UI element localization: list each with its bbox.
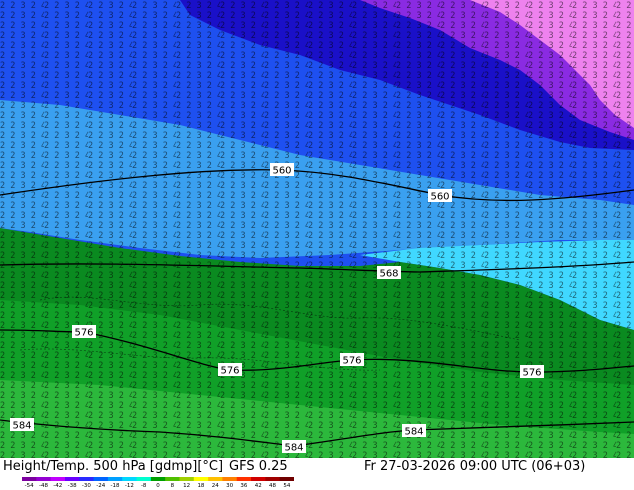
colorbar-tick-label: -8 [141, 483, 147, 487]
label-584-b: 584 [284, 443, 303, 454]
colorbar-swatch [222, 477, 238, 481]
map-figure: 2 2 3 2 4 1 [0, 0, 634, 490]
colorbar-tick-label: -24 [96, 483, 105, 487]
colorbar-swatch [251, 477, 266, 481]
label-576-a: 576 [74, 328, 93, 339]
map-title: Height/Temp. 500 hPa [gdmp][°C] [3, 459, 224, 474]
model-name: GFS 0.25 [229, 459, 288, 474]
digit-overlay [0, 0, 634, 458]
colorbar-tick-label: -38 [68, 483, 77, 487]
colorbar-swatch [165, 477, 180, 481]
label-584-c: 584 [404, 427, 423, 438]
colorbar-tick-label: 18 [197, 483, 204, 487]
colorbar-tick-label: -42 [53, 483, 62, 487]
colorbar-tick-label: 30 [226, 483, 233, 487]
colorbar-tick-label: 42 [255, 483, 262, 487]
colorbar-swatch [93, 477, 109, 481]
colorbar-swatch [107, 477, 123, 481]
colorbar-swatch [265, 477, 281, 481]
colorbar-swatch [179, 477, 195, 481]
map-footer: Height/Temp. 500 hPa [gdmp][°C] GFS 0.25… [0, 458, 634, 490]
map-panel: 2 2 3 2 4 1 [0, 0, 634, 458]
colorbar-tick-label: -54 [25, 483, 34, 487]
colorbar-swatch [122, 477, 138, 481]
label-584-a: 584 [12, 421, 31, 432]
colorbar-swatch [79, 477, 95, 481]
colorbar-tick-label: 36 [240, 483, 247, 487]
colorbar-tick-label: 24 [212, 483, 219, 487]
colorbar-swatch [236, 477, 252, 481]
colorbar-tick-label: 0 [156, 483, 160, 487]
colorbar-swatch [64, 477, 80, 481]
colorbar-swatch [36, 477, 52, 481]
label-576-b: 576 [220, 366, 239, 377]
colorbar-tick-label: -30 [82, 483, 91, 487]
colorbar-tick-label: 8 [171, 483, 175, 487]
colorbar-swatch [50, 477, 66, 481]
colorbar-tick-label: -48 [39, 483, 48, 487]
color-scale: -54 -48 -42 -38 -30 -24 -18 -12 -8 0 8 12 18 24 30 36 42… [22, 477, 294, 487]
colorbar-swatch [208, 477, 223, 481]
label-576-d: 576 [522, 368, 541, 379]
label-576-c: 576 [342, 356, 361, 367]
colorbar-swatch [193, 477, 209, 481]
colorbar-swatch [22, 477, 37, 481]
colorbar-swatch [279, 477, 294, 481]
colorbar-swatch [136, 477, 152, 481]
colorbar-tick-label: 54 [283, 483, 290, 487]
colorbar-tick-label: -18 [111, 483, 120, 487]
temperature-map: 2 2 3 2 4 1 [0, 0, 634, 458]
valid-time: Fr 27-03-2026 09:00 UTC (06+03) [364, 459, 586, 474]
label-560-a: 560 [272, 166, 291, 177]
colorbar-tick-label: 48 [269, 483, 276, 487]
colorbar-tick-label: -12 [125, 483, 134, 487]
colorbar-swatch [150, 477, 166, 481]
label-560-b: 560 [430, 192, 449, 203]
colorbar-tick-label: 12 [183, 483, 190, 487]
label-568: 568 [379, 269, 398, 280]
